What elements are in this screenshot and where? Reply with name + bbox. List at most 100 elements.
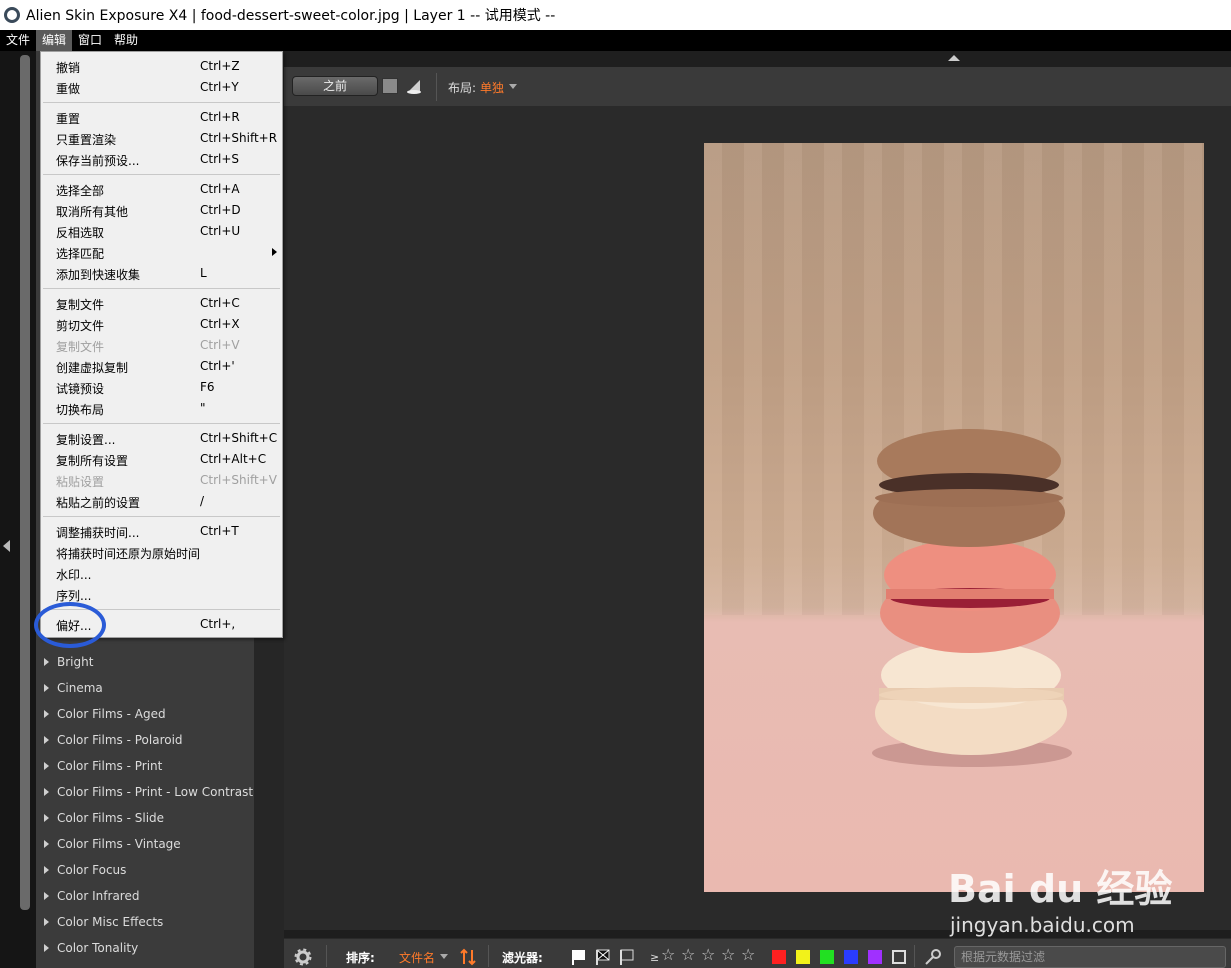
color-label-none[interactable] <box>892 950 906 964</box>
star-icon[interactable]: ☆ <box>741 947 755 963</box>
sort-direction-icon[interactable] <box>460 948 476 966</box>
metadata-filter-icon[interactable] <box>924 949 942 965</box>
edit-menu-item[interactable]: 反相选取 Ctrl+U <box>41 221 282 242</box>
preset-group-item[interactable]: Color Tonality <box>44 935 138 961</box>
expand-triangle-icon[interactable] <box>44 944 49 952</box>
split-view-icon[interactable] <box>406 78 422 94</box>
edit-menu-item[interactable]: 重置 Ctrl+R <box>41 107 282 128</box>
preset-group-item[interactable]: Color Films - Print - Low Contrast <box>44 779 253 805</box>
edit-menu-item[interactable]: 撤销 Ctrl+Z <box>41 56 282 77</box>
color-label-red[interactable] <box>772 950 786 964</box>
flag-unflagged-icon[interactable] <box>618 949 636 965</box>
preset-group-item[interactable]: Color Misc Effects <box>44 909 163 935</box>
edit-menu-item[interactable]: 复制所有设置 Ctrl+Alt+C <box>41 449 282 470</box>
menu-item-shortcut: Ctrl+C <box>200 296 240 310</box>
menu-edit[interactable]: 编辑 <box>36 30 73 51</box>
preset-group-item[interactable]: Color Films - Print <box>44 753 162 779</box>
star-icon[interactable]: ☆ <box>661 947 675 963</box>
preset-group-label: Color Tonality <box>57 941 139 955</box>
preset-group-item[interactable]: Color Films - Vintage <box>44 831 181 857</box>
star-icon[interactable]: ☆ <box>681 947 695 963</box>
preset-group-item[interactable]: Color Films - Polaroid <box>44 727 183 753</box>
menu-item-label: 复制文件 <box>56 298 105 312</box>
edit-menu-item[interactable]: 粘贴设置 Ctrl+Shift+V <box>41 470 282 491</box>
rating-prefix: ≥ <box>650 951 660 964</box>
left-panel-scrollbar[interactable] <box>20 55 30 910</box>
edit-menu-item[interactable]: 创建虚拟复制 Ctrl+' <box>41 356 282 377</box>
menu-separator <box>43 423 280 424</box>
edit-menu-item[interactable]: 添加到快速收集 L <box>41 263 282 284</box>
menu-file[interactable]: 文件 <box>0 30 36 51</box>
menu-item-label: 切换布局 <box>56 403 105 417</box>
edit-menu-item[interactable]: 剪切文件 Ctrl+X <box>41 314 282 335</box>
edit-menu-item[interactable]: 调整捕获时间... Ctrl+T <box>41 521 282 542</box>
expand-triangle-icon[interactable] <box>44 866 49 874</box>
chevron-down-icon[interactable] <box>509 84 517 89</box>
preset-group-item[interactable]: Color Infrared <box>44 883 139 909</box>
menu-item-label: 复制文件 <box>56 340 105 354</box>
photo-preview[interactable] <box>704 143 1204 892</box>
menu-item-shortcut: Ctrl+R <box>200 110 240 124</box>
edit-menu-item[interactable]: 粘贴之前的设置 / <box>41 491 282 512</box>
star-icon[interactable]: ☆ <box>701 947 715 963</box>
color-label-purple[interactable] <box>868 950 882 964</box>
preset-group-item[interactable]: Color Films - Aged <box>44 701 166 727</box>
expand-triangle-icon[interactable] <box>44 658 49 666</box>
edit-menu-item[interactable]: 复制设置... Ctrl+Shift+C <box>41 428 282 449</box>
edit-menu-item[interactable]: 切换布局 " <box>41 398 282 419</box>
expand-triangle-icon[interactable] <box>44 892 49 900</box>
preset-group-item[interactable]: Color Films - Slide <box>44 805 164 831</box>
edit-menu-item[interactable]: 复制文件 Ctrl+V <box>41 335 282 356</box>
edit-menu-item[interactable]: 水印... <box>41 563 282 584</box>
expand-triangle-icon[interactable] <box>44 736 49 744</box>
edit-menu-item[interactable]: 试镜预设 F6 <box>41 377 282 398</box>
sort-label: 排序: <box>346 951 375 965</box>
preset-group-item[interactable]: Color Focus <box>44 857 126 883</box>
color-label-blue[interactable] <box>844 950 858 964</box>
star-icon[interactable]: ☆ <box>721 947 735 963</box>
menu-help[interactable]: 帮助 <box>108 30 144 51</box>
edit-menu-item[interactable]: 选择全部 Ctrl+A <box>41 179 282 200</box>
collapse-top-icon[interactable] <box>948 55 960 61</box>
edit-menu-item[interactable]: 保存当前预设... Ctrl+S <box>41 149 282 170</box>
menu-item-shortcut: " <box>200 401 206 415</box>
color-label-green[interactable] <box>820 950 834 964</box>
expand-triangle-icon[interactable] <box>44 762 49 770</box>
edit-menu-item[interactable]: 重做 Ctrl+Y <box>41 77 282 98</box>
edit-menu-item[interactable]: 将捕获时间还原为原始时间 <box>41 542 282 563</box>
flag-reject-icon[interactable] <box>594 949 612 965</box>
menu-bar: 文件 编辑 窗口 帮助 <box>0 30 1231 51</box>
preset-group-item[interactable]: Bright <box>44 649 93 675</box>
expand-triangle-icon[interactable] <box>44 814 49 822</box>
menu-item-shortcut: Ctrl+Shift+V <box>200 473 277 487</box>
flag-pick-icon[interactable] <box>570 949 588 965</box>
expand-triangle-icon[interactable] <box>44 840 49 848</box>
menu-item-shortcut: / <box>200 494 205 508</box>
before-button[interactable]: 之前 <box>292 76 378 96</box>
layout-dropdown[interactable]: 单独 <box>480 79 504 96</box>
collapse-left-icon[interactable] <box>3 540 10 552</box>
edit-menu-item[interactable]: 只重置渲染 Ctrl+Shift+R <box>41 128 282 149</box>
edit-menu-item[interactable]: 选择匹配 <box>41 242 282 263</box>
title-bar: Alien Skin Exposure X4 | food-dessert-sw… <box>0 0 1231 30</box>
metadata-filter-input[interactable]: 根据元数据过滤 <box>954 946 1226 968</box>
sort-dropdown[interactable]: 文件名 <box>399 949 435 966</box>
compare-square-icon[interactable] <box>382 78 398 94</box>
edit-menu-item[interactable]: 取消所有其他 Ctrl+D <box>41 200 282 221</box>
expand-triangle-icon[interactable] <box>44 918 49 926</box>
preset-group-label: Color Films - Print <box>57 759 163 773</box>
expand-triangle-icon[interactable] <box>44 710 49 718</box>
preset-group-item[interactable]: Cinema <box>44 675 103 701</box>
menu-item-label: 水印... <box>56 568 92 582</box>
bottom-separator <box>488 945 489 967</box>
menu-item-label: 选择匹配 <box>56 247 105 261</box>
gear-icon[interactable] <box>294 948 312 966</box>
color-label-yellow[interactable] <box>796 950 810 964</box>
expand-triangle-icon[interactable] <box>44 684 49 692</box>
expand-triangle-icon[interactable] <box>44 788 49 796</box>
watermark-url: jingyan.baidu.com <box>950 913 1135 937</box>
bottom-separator <box>326 945 327 967</box>
edit-menu-item[interactable]: 复制文件 Ctrl+C <box>41 293 282 314</box>
chevron-down-icon[interactable] <box>440 954 448 959</box>
menu-window[interactable]: 窗口 <box>72 30 108 51</box>
